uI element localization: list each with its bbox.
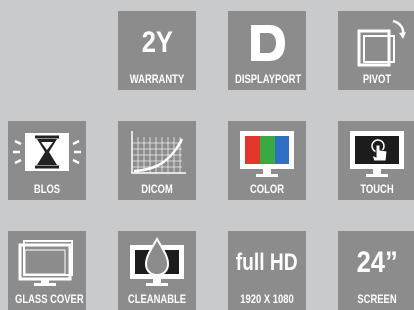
feature-tile-color: COLOR (228, 121, 306, 200)
feature-tile-full-hd: full HD 1920 X 1080 (228, 231, 306, 310)
screen-label: SCREEN (357, 294, 397, 306)
pivot-label: PIVOT (362, 74, 392, 86)
rgb-monitor-icon (240, 131, 294, 177)
feature-tile-dicom: DICOM (118, 121, 196, 200)
feature-tile-displayport: DISPLAYPORT (228, 11, 306, 90)
screen-size-value: 24” (356, 246, 398, 279)
warranty-value: 2Y (141, 26, 173, 59)
glass-cover-label: GLASS COVER (15, 294, 84, 306)
feature-tile-cleanable: CLEANABLE (118, 231, 196, 310)
feature-tile-blos: BLOS (8, 121, 86, 200)
feature-tile-warranty: 2Y WARRANTY (118, 11, 196, 90)
dicom-label: DICOM (141, 184, 173, 196)
curve-grid-icon (131, 131, 186, 174)
resolution-label: 1920 X 1080 (240, 294, 294, 306)
droplet-monitor-icon (130, 237, 184, 286)
hourglass-monitor-icon (13, 133, 81, 171)
feature-tile-touch: TOUCH (338, 121, 414, 200)
full-hd-value: full HD (236, 249, 298, 276)
pivot-icon (357, 19, 406, 67)
feature-tile-screen: 24” SCREEN (338, 231, 414, 310)
glass-monitor-icon (18, 240, 73, 286)
feature-tile-pivot: PIVOT (338, 11, 414, 90)
feature-tile-glass-cover: GLASS COVER (8, 231, 86, 310)
displayport-label: DISPLAYPORT (235, 74, 302, 86)
touch-label: TOUCH (360, 184, 394, 196)
cleanable-label: CLEANABLE (127, 294, 187, 306)
blos-label: BLOS (33, 184, 61, 196)
warranty-label: WARRANTY (129, 74, 185, 86)
touch-monitor-icon (350, 131, 404, 177)
color-label: COLOR (249, 184, 285, 196)
displayport-icon (251, 25, 285, 61)
